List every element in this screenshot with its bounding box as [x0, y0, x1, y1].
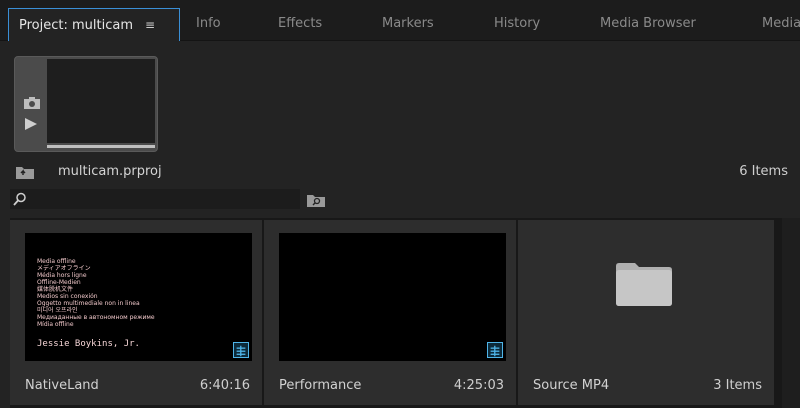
panel-tab-bar: Project: multicam ≡ Info Effects Markers … [0, 0, 800, 41]
preview-screen [47, 59, 155, 143]
camera-icon[interactable] [24, 97, 40, 109]
tab-media-browser-label: Media Browser [600, 16, 696, 31]
play-icon[interactable] [24, 117, 38, 131]
offline-line: Média hors ligne [37, 272, 87, 279]
search-row [0, 187, 800, 211]
preview-scrub-bar[interactable] [47, 145, 155, 148]
item-count: 3 Items [713, 378, 762, 393]
panel-menu-icon[interactable]: ≡ [145, 18, 155, 32]
tab-markers[interactable]: Markers [372, 8, 468, 40]
offline-line: メディアオフライン [37, 265, 91, 272]
offline-line: Offline-Medien [37, 279, 81, 286]
offline-line: Oggetto multimediale non in linea [37, 300, 140, 307]
offline-line: 媒体脱机文件 [37, 286, 74, 293]
project-file-name: multicam.prproj [58, 164, 162, 179]
project-panel: multicam.prproj 6 Items Media offline メデ… [0, 41, 800, 408]
bin-up-icon[interactable] [16, 165, 34, 179]
offline-line: Медиаданные в автономном режиме [37, 314, 155, 321]
project-items-grid: Media offline メディアオフライン Média hors ligne… [10, 218, 800, 408]
tab-media[interactable]: Media [752, 8, 800, 40]
tab-project[interactable]: Project: multicam ≡ [8, 8, 180, 41]
tab-history[interactable]: History [484, 8, 580, 40]
item-name[interactable]: Performance [279, 378, 361, 393]
sequence-badge-icon [487, 342, 503, 358]
tab-project-label: Project: multicam [19, 18, 133, 33]
offline-owner-text: Jessie Boykins, Jr. [37, 339, 140, 349]
item-name[interactable]: NativeLand [25, 378, 99, 393]
offline-line: Mídia offline [37, 321, 74, 328]
tab-effects[interactable]: Effects [268, 8, 358, 40]
tab-info[interactable]: Info [186, 8, 264, 40]
project-item-card[interactable]: Performance 4:25:03 [264, 220, 516, 405]
media-offline-text: Media offline メディアオフライン Média hors ligne… [37, 258, 155, 328]
project-item-card[interactable]: Source MP4 3 Items [518, 220, 774, 405]
item-count: 6 Items [739, 164, 788, 179]
item-duration: 6:40:16 [199, 378, 250, 393]
project-file-row: multicam.prproj 6 Items [0, 161, 800, 183]
sequence-badge-icon [233, 342, 249, 358]
item-duration: 4:25:03 [453, 378, 504, 393]
tab-media-browser[interactable]: Media Browser [590, 8, 730, 40]
vertical-scrollbar[interactable] [782, 218, 800, 408]
offline-line: 미디어 오프라인 [37, 307, 78, 314]
folder-icon[interactable] [616, 260, 672, 306]
preview-thumbnail[interactable] [14, 56, 158, 152]
tab-effects-label: Effects [278, 16, 323, 31]
item-name[interactable]: Source MP4 [533, 378, 609, 393]
tab-history-label: History [494, 16, 541, 31]
media-offline-thumbnail[interactable]: Media offline メディアオフライン Média hors ligne… [25, 233, 252, 361]
project-item-card[interactable]: Media offline メディアオフライン Média hors ligne… [10, 220, 262, 405]
sequence-thumbnail[interactable] [279, 233, 506, 361]
tab-markers-label: Markers [382, 16, 434, 31]
search-icon[interactable] [13, 192, 27, 206]
tab-info-label: Info [196, 16, 221, 31]
offline-line: Media offline [37, 258, 76, 265]
find-bin-icon[interactable] [306, 192, 326, 208]
offline-line: Medios sin conexión [37, 293, 98, 300]
search-input[interactable] [10, 189, 300, 209]
tab-media-label: Media [762, 16, 800, 31]
